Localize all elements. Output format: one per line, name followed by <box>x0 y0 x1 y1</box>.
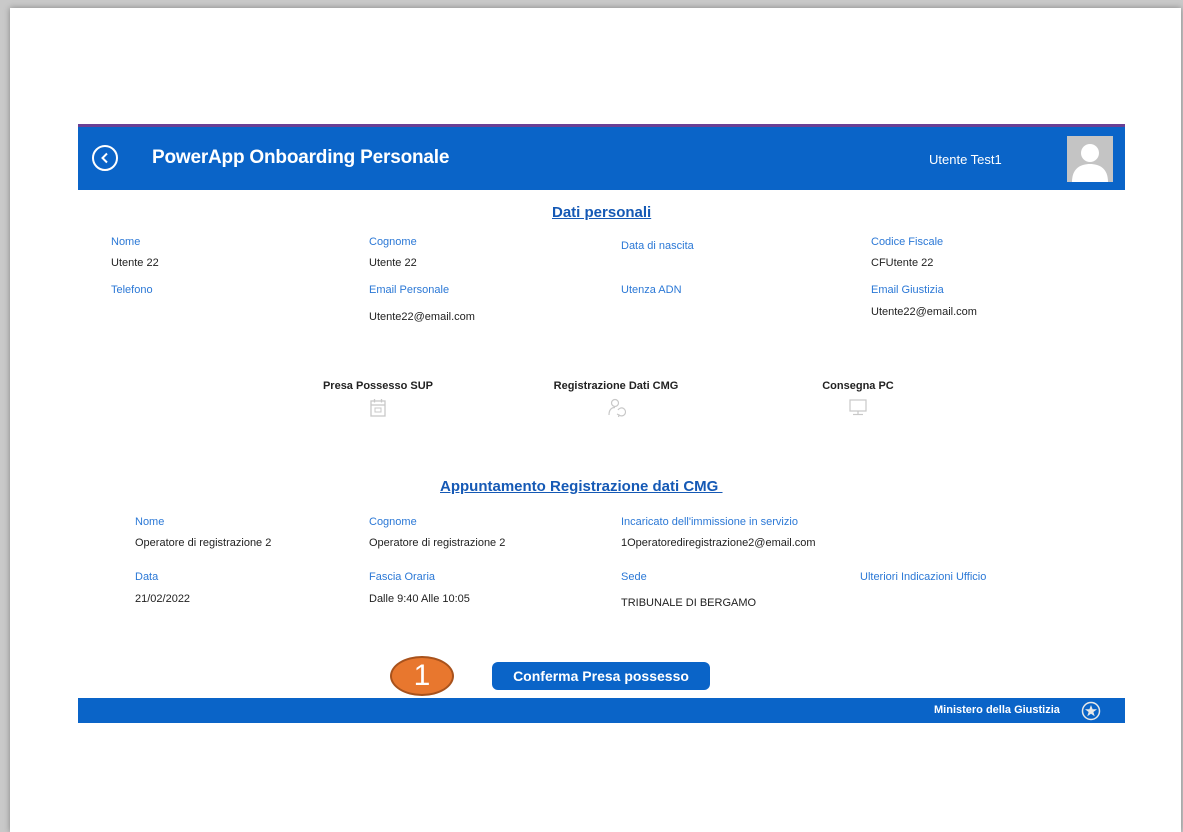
person-sync-icon <box>608 398 626 418</box>
app-title: PowerApp Onboarding Personale <box>152 147 450 168</box>
data-appuntamento-value: 21/02/2022 <box>135 593 191 605</box>
email-personale-value: Utente22@email.com <box>369 311 475 323</box>
step-presa-possesso-label: Presa Possesso SUP <box>322 380 434 392</box>
step-callout-marker: 1 <box>390 656 454 696</box>
step-consegna-pc-label: Consegna PC <box>822 380 894 392</box>
ministry-label: Ministero della Giustizia <box>934 704 1060 716</box>
ulteriori-indicazioni-label: Ulteriori Indicazioni Ufficio <box>860 571 987 583</box>
data-nascita-label: Data di nascita <box>621 240 694 252</box>
back-button[interactable] <box>92 145 118 171</box>
step-registrazione-cmg[interactable]: Registrazione Dati CMG <box>536 380 696 418</box>
incaricato-label: Incaricato dell'immissione in servizio <box>621 516 798 528</box>
user-silhouette-icon <box>1072 144 1108 182</box>
email-giustizia-label: Email Giustizia <box>871 284 944 296</box>
fascia-oraria-label: Fascia Oraria <box>369 571 436 583</box>
cognome-value: Utente 22 <box>369 257 417 269</box>
appointment-section-title: Appuntamento Registrazione dati CMG <box>440 478 723 495</box>
sede-value: TRIBUNALE DI BERGAMO <box>621 597 757 609</box>
operatore-nome-label: Nome <box>135 516 165 528</box>
step-registrazione-cmg-label: Registrazione Dati CMG <box>553 380 679 392</box>
utenza-adn-label: Utenza ADN <box>621 284 682 296</box>
codice-fiscale-value: CFUtente 22 <box>871 257 934 269</box>
nome-label: Nome <box>111 236 141 248</box>
document-page: PowerApp Onboarding Personale Utente Tes… <box>10 8 1181 832</box>
telefono-label: Telefono <box>111 284 153 296</box>
step-consegna-pc[interactable]: Consegna PC <box>798 380 918 418</box>
fascia-oraria-value: Dalle 9:40 Alle 10:05 <box>369 593 470 605</box>
avatar[interactable] <box>1067 136 1113 182</box>
personal-section-title: Dati personali <box>552 204 652 221</box>
nome-value: Utente 22 <box>111 257 159 269</box>
data-appuntamento-label: Data <box>135 571 159 583</box>
email-giustizia-value: Utente22@email.com <box>871 306 977 318</box>
step-presa-possesso[interactable]: Presa Possesso SUP <box>298 380 458 418</box>
email-personale-label: Email Personale <box>369 284 450 296</box>
cognome-label: Cognome <box>369 236 417 248</box>
user-name: Utente Test1 <box>929 152 1002 167</box>
app-footer: Ministero della Giustizia <box>78 698 1125 723</box>
operatore-cognome-label: Cognome <box>369 516 417 528</box>
italian-emblem-icon <box>1081 701 1101 721</box>
app-canvas: PowerApp Onboarding Personale Utente Tes… <box>78 124 1125 724</box>
chevron-left-icon <box>101 152 108 164</box>
calendar-icon <box>370 399 386 417</box>
sede-label: Sede <box>621 571 647 583</box>
incaricato-value: 1Operatorediregistrazione2@email.com <box>621 537 816 549</box>
computer-icon <box>849 399 867 416</box>
app-header: PowerApp Onboarding Personale Utente Tes… <box>78 124 1125 190</box>
operatore-cognome-value: Operatore di registrazione 2 <box>369 537 506 549</box>
operatore-nome-value: Operatore di registrazione 2 <box>135 537 272 549</box>
confirm-presa-possesso-button[interactable]: Conferma Presa possesso <box>492 662 710 690</box>
codice-fiscale-label: Codice Fiscale <box>871 236 944 248</box>
